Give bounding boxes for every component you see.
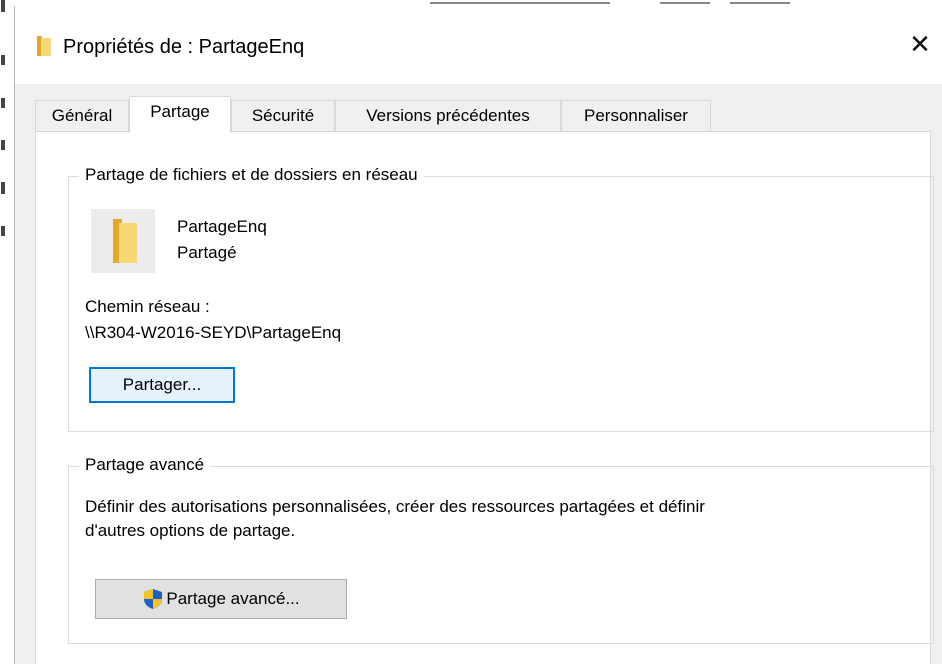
close-button[interactable]: ✕ [902, 28, 938, 64]
folder-name: PartageEnq [177, 217, 267, 236]
folder-icon [113, 219, 137, 263]
share-status: Partagé [177, 243, 237, 262]
network-path-label: Chemin réseau : [85, 297, 210, 316]
advanced-sharing-description-line2: d'autres options de partage. [85, 521, 296, 540]
title-bar[interactable]: Propriétés de : PartageEnq ✕ [15, 6, 942, 84]
folder-icon [37, 36, 51, 56]
network-path-value: \\R304-W2016-SEYD\PartageEnq [85, 323, 342, 342]
window-title: Propriétés de : PartageEnq [63, 36, 305, 58]
properties-dialog: Propriétés de : PartageEnq ✕ Général Par… [14, 6, 942, 664]
tab-previous-versions[interactable]: Versions précédentes [335, 100, 561, 132]
close-icon: ✕ [909, 30, 931, 60]
shared-folder-icon-box [91, 209, 155, 273]
network-sharing-legend: Partage de fichiers et de dossiers en ré… [79, 165, 424, 185]
tab-panel-sharing: Partage de fichiers et de dossiers en ré… [35, 131, 934, 664]
uac-shield-icon [144, 589, 163, 609]
advanced-sharing-button[interactable]: Partage avancé... [95, 579, 347, 619]
advanced-sharing-group: Partage avancé Définir des autorisations… [68, 455, 934, 644]
screen: Propriétés de : PartageEnq ✕ Général Par… [0, 0, 942, 664]
tab-general[interactable]: Général [35, 100, 129, 132]
tab-sharing[interactable]: Partage [129, 96, 231, 133]
advanced-sharing-button-label: Partage avancé... [166, 589, 300, 608]
tab-bar: Général Partage Sécurité Versions précéd… [35, 96, 935, 133]
share-button[interactable]: Partager... [89, 367, 235, 403]
background-window-edge [0, 0, 12, 664]
tab-security[interactable]: Sécurité [231, 100, 335, 132]
advanced-sharing-legend: Partage avancé [79, 455, 211, 475]
tab-customize[interactable]: Personnaliser [561, 100, 711, 132]
share-button-label: Partager... [122, 375, 202, 394]
network-sharing-group: Partage de fichiers et de dossiers en ré… [68, 165, 934, 432]
advanced-sharing-description-line1: Définir des autorisations personnalisées… [85, 497, 705, 516]
